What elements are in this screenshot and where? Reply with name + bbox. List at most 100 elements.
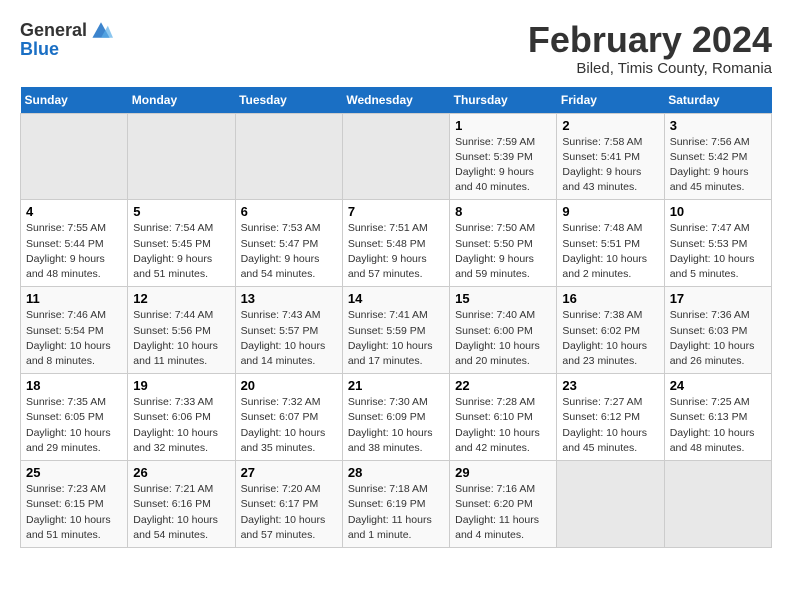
day-number: 2 <box>562 118 658 133</box>
calendar-table: SundayMondayTuesdayWednesdayThursdayFrid… <box>20 87 772 548</box>
day-info: Sunrise: 7:44 AMSunset: 5:56 PMDaylight:… <box>133 308 229 369</box>
day-number: 4 <box>26 204 122 219</box>
day-cell: 15 Sunrise: 7:40 AMSunset: 6:00 PMDayligh… <box>450 287 557 374</box>
day-info: Sunrise: 7:35 AMSunset: 6:05 PMDaylight:… <box>26 395 122 456</box>
day-cell: 17 Sunrise: 7:36 AMSunset: 6:03 PMDayligh… <box>664 287 771 374</box>
day-info: Sunrise: 7:55 AMSunset: 5:44 PMDaylight:… <box>26 221 122 282</box>
day-cell: 29 Sunrise: 7:16 AMSunset: 6:20 PMDayligh… <box>450 461 557 548</box>
day-number: 16 <box>562 291 658 306</box>
location-title: Biled, Timis County, Romania <box>528 60 772 77</box>
day-info: Sunrise: 7:59 AMSunset: 5:39 PMDaylight:… <box>455 135 551 196</box>
day-number: 3 <box>670 118 766 133</box>
day-cell: 7Sunrise: 7:51 AMSunset: 5:48 PMDaylight… <box>342 200 449 287</box>
day-cell: 13 Sunrise: 7:43 AMSunset: 5:57 PMDayligh… <box>235 287 342 374</box>
logo-general: General <box>20 21 87 39</box>
day-number: 29 <box>455 465 551 480</box>
day-cell: 26 Sunrise: 7:21 AMSunset: 6:16 PMDayligh… <box>128 461 235 548</box>
day-info: Sunrise: 7:58 AMSunset: 5:41 PMDaylight:… <box>562 135 658 196</box>
logo: General Blue <box>20 20 113 58</box>
day-info: Sunrise: 7:40 AMSunset: 6:00 PMDaylight:… <box>455 308 551 369</box>
day-info: Sunrise: 7:41 AMSunset: 5:59 PMDaylight:… <box>348 308 444 369</box>
logo-blue: Blue <box>20 40 59 58</box>
day-cell: 14 Sunrise: 7:41 AMSunset: 5:59 PMDayligh… <box>342 287 449 374</box>
day-number: 21 <box>348 378 444 393</box>
day-cell <box>664 461 771 548</box>
day-cell <box>342 113 449 200</box>
week-row-5: 25Sunrise: 7:23 AMSunset: 6:15 PMDayligh… <box>21 461 772 548</box>
day-info: Sunrise: 7:33 AMSunset: 6:06 PMDaylight:… <box>133 395 229 456</box>
col-header-saturday: Saturday <box>664 87 771 114</box>
day-info: Sunrise: 7:32 AMSunset: 6:07 PMDaylight:… <box>241 395 337 456</box>
day-cell: 27 Sunrise: 7:20 AMSunset: 6:17 PMDayligh… <box>235 461 342 548</box>
day-info: Sunrise: 7:18 AMSunset: 6:19 PMDaylight:… <box>348 482 444 543</box>
day-cell: 11Sunrise: 7:46 AMSunset: 5:54 PMDayligh… <box>21 287 128 374</box>
day-info: Sunrise: 7:46 AMSunset: 5:54 PMDaylight:… <box>26 308 122 369</box>
day-number: 24 <box>670 378 766 393</box>
day-info: Sunrise: 7:27 AMSunset: 6:12 PMDaylight:… <box>562 395 658 456</box>
day-number: 25 <box>26 465 122 480</box>
week-row-2: 4 Sunrise: 7:55 AMSunset: 5:44 PMDaylight… <box>21 200 772 287</box>
day-cell: 19 Sunrise: 7:33 AMSunset: 6:06 PMDayligh… <box>128 374 235 461</box>
day-number: 18 <box>26 378 122 393</box>
day-number: 19 <box>133 378 229 393</box>
day-info: Sunrise: 7:53 AMSunset: 5:47 PMDaylight:… <box>241 221 337 282</box>
header: General Blue February 2024 Biled, Timis … <box>20 20 772 77</box>
day-cell: 12Sunrise: 7:44 AMSunset: 5:56 PMDayligh… <box>128 287 235 374</box>
day-cell: 5 Sunrise: 7:54 AMSunset: 5:45 PMDaylight… <box>128 200 235 287</box>
day-cell: 1Sunrise: 7:59 AMSunset: 5:39 PMDaylight… <box>450 113 557 200</box>
day-cell: 9Sunrise: 7:48 AMSunset: 5:51 PMDaylight… <box>557 200 664 287</box>
day-number: 5 <box>133 204 229 219</box>
col-header-monday: Monday <box>128 87 235 114</box>
day-number: 8 <box>455 204 551 219</box>
day-cell: 6 Sunrise: 7:53 AMSunset: 5:47 PMDaylight… <box>235 200 342 287</box>
day-info: Sunrise: 7:30 AMSunset: 6:09 PMDaylight:… <box>348 395 444 456</box>
day-cell: 25Sunrise: 7:23 AMSunset: 6:15 PMDayligh… <box>21 461 128 548</box>
day-number: 20 <box>241 378 337 393</box>
day-info: Sunrise: 7:28 AMSunset: 6:10 PMDaylight:… <box>455 395 551 456</box>
col-header-sunday: Sunday <box>21 87 128 114</box>
week-row-3: 11Sunrise: 7:46 AMSunset: 5:54 PMDayligh… <box>21 287 772 374</box>
header-row: SundayMondayTuesdayWednesdayThursdayFrid… <box>21 87 772 114</box>
col-header-friday: Friday <box>557 87 664 114</box>
day-info: Sunrise: 7:56 AMSunset: 5:42 PMDaylight:… <box>670 135 766 196</box>
day-info: Sunrise: 7:16 AMSunset: 6:20 PMDaylight:… <box>455 482 551 543</box>
day-number: 14 <box>348 291 444 306</box>
day-cell <box>235 113 342 200</box>
day-info: Sunrise: 7:47 AMSunset: 5:53 PMDaylight:… <box>670 221 766 282</box>
col-header-thursday: Thursday <box>450 87 557 114</box>
day-info: Sunrise: 7:43 AMSunset: 5:57 PMDaylight:… <box>241 308 337 369</box>
day-info: Sunrise: 7:36 AMSunset: 6:03 PMDaylight:… <box>670 308 766 369</box>
day-cell: 16 Sunrise: 7:38 AMSunset: 6:02 PMDayligh… <box>557 287 664 374</box>
day-info: Sunrise: 7:20 AMSunset: 6:17 PMDaylight:… <box>241 482 337 543</box>
day-number: 22 <box>455 378 551 393</box>
week-row-1: 1Sunrise: 7:59 AMSunset: 5:39 PMDaylight… <box>21 113 772 200</box>
day-number: 27 <box>241 465 337 480</box>
day-cell: 4 Sunrise: 7:55 AMSunset: 5:44 PMDaylight… <box>21 200 128 287</box>
day-number: 15 <box>455 291 551 306</box>
day-number: 10 <box>670 204 766 219</box>
day-number: 6 <box>241 204 337 219</box>
day-cell <box>21 113 128 200</box>
day-cell: 22 Sunrise: 7:28 AMSunset: 6:10 PMDayligh… <box>450 374 557 461</box>
day-number: 13 <box>241 291 337 306</box>
day-number: 28 <box>348 465 444 480</box>
day-cell: 8Sunrise: 7:50 AMSunset: 5:50 PMDaylight… <box>450 200 557 287</box>
day-info: Sunrise: 7:54 AMSunset: 5:45 PMDaylight:… <box>133 221 229 282</box>
day-cell: 3 Sunrise: 7:56 AMSunset: 5:42 PMDaylight… <box>664 113 771 200</box>
day-info: Sunrise: 7:25 AMSunset: 6:13 PMDaylight:… <box>670 395 766 456</box>
day-number: 17 <box>670 291 766 306</box>
day-cell: 21 Sunrise: 7:30 AMSunset: 6:09 PMDayligh… <box>342 374 449 461</box>
day-cell: 28 Sunrise: 7:18 AMSunset: 6:19 PMDayligh… <box>342 461 449 548</box>
day-cell <box>557 461 664 548</box>
day-info: Sunrise: 7:21 AMSunset: 6:16 PMDaylight:… <box>133 482 229 543</box>
logo-icon <box>89 20 113 40</box>
day-number: 26 <box>133 465 229 480</box>
day-cell: 18 Sunrise: 7:35 AMSunset: 6:05 PMDayligh… <box>21 374 128 461</box>
day-cell: 23Sunrise: 7:27 AMSunset: 6:12 PMDayligh… <box>557 374 664 461</box>
day-number: 9 <box>562 204 658 219</box>
day-cell: 10 Sunrise: 7:47 AMSunset: 5:53 PMDayligh… <box>664 200 771 287</box>
day-info: Sunrise: 7:38 AMSunset: 6:02 PMDaylight:… <box>562 308 658 369</box>
month-title: February 2024 <box>528 20 772 60</box>
day-cell: 2 Sunrise: 7:58 AMSunset: 5:41 PMDaylight… <box>557 113 664 200</box>
day-info: Sunrise: 7:51 AMSunset: 5:48 PMDaylight:… <box>348 221 444 282</box>
